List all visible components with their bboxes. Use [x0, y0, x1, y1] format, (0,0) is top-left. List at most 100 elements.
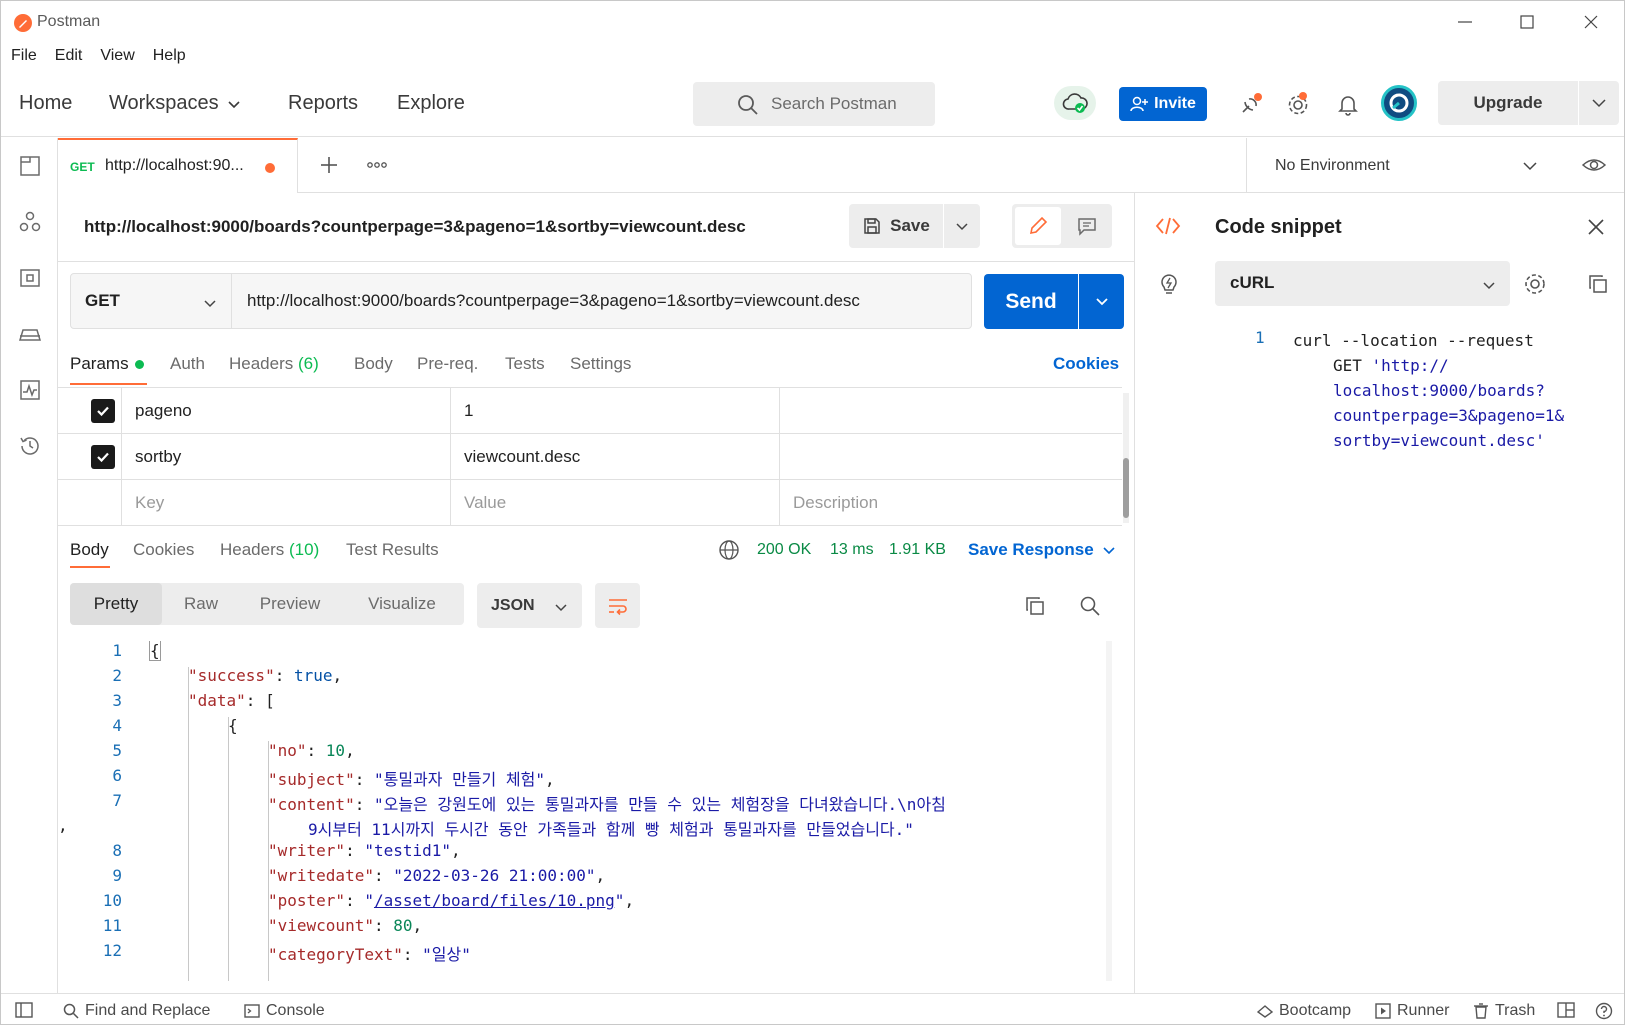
param-description[interactable]: [779, 388, 1122, 434]
close-icon[interactable]: [1567, 7, 1615, 37]
toggle-sidebar-icon[interactable]: [15, 1002, 33, 1018]
menu-view[interactable]: View: [90, 43, 142, 71]
view-preview-button[interactable]: Preview: [240, 583, 340, 625]
view-pretty-button[interactable]: Pretty: [70, 583, 162, 625]
bootcamp-button[interactable]: Bootcamp: [1257, 1002, 1351, 1020]
view-visualize-button[interactable]: Visualize: [340, 583, 464, 625]
tab-prereq[interactable]: Pre-req.: [417, 354, 478, 374]
menu-edit[interactable]: Edit: [45, 43, 91, 71]
environments-icon[interactable]: [18, 266, 42, 290]
method-select[interactable]: GET: [70, 273, 232, 329]
send-dropdown-button[interactable]: [1079, 274, 1124, 329]
environment-selector[interactable]: No Environment: [1246, 138, 1624, 193]
status-code[interactable]: 200 OK: [757, 541, 811, 559]
response-size[interactable]: 1.91 KB: [889, 541, 946, 559]
history-icon[interactable]: [18, 434, 42, 458]
settings-icon[interactable]: [1522, 271, 1548, 297]
find-replace-button[interactable]: Find and Replace: [63, 1002, 210, 1020]
trash-button[interactable]: Trash: [1473, 1002, 1535, 1020]
response-scrollbar[interactable]: [1106, 641, 1112, 981]
mock-servers-icon[interactable]: [18, 322, 42, 346]
scrollbar-thumb[interactable]: [1123, 458, 1129, 518]
checkmark-icon: [97, 406, 109, 417]
param-value[interactable]: 1: [450, 388, 779, 434]
layout-icon[interactable]: [1557, 1002, 1575, 1018]
edit-mode-button[interactable]: [1015, 207, 1061, 245]
globe-icon[interactable]: [718, 539, 740, 561]
menu-file[interactable]: File: [1, 43, 45, 71]
tab-tests[interactable]: Tests: [505, 354, 545, 374]
response-tab-cookies[interactable]: Cookies: [133, 540, 194, 560]
response-body-viewer[interactable]: 1{ 2 "success": true, 3 "data": [ 4{ 5 "no"…: [58, 641, 1118, 981]
search-input[interactable]: Search Postman: [693, 82, 935, 126]
upgrade-dropdown-button[interactable]: [1579, 81, 1619, 125]
cookies-link[interactable]: Cookies: [1053, 354, 1119, 374]
chevron-down-icon: [1483, 282, 1495, 290]
copy-icon[interactable]: [1022, 593, 1048, 619]
response-tab-headers[interactable]: Headers (10): [220, 540, 319, 560]
invite-button[interactable]: Invite: [1119, 87, 1207, 121]
json-link-value[interactable]: /asset/board/files/10.png: [374, 891, 615, 910]
params-scrollbar[interactable]: [1123, 393, 1129, 523]
maximize-icon[interactable]: [1503, 7, 1551, 37]
request-name[interactable]: http://localhost:9000/boards?countperpag…: [84, 217, 746, 237]
cloud-sync-icon[interactable]: [1054, 86, 1096, 120]
response-time[interactable]: 13 ms: [830, 541, 874, 559]
code-icon[interactable]: [1155, 215, 1181, 237]
close-icon[interactable]: [1587, 218, 1605, 236]
tab-params[interactable]: Params: [70, 354, 144, 374]
save-dropdown-button[interactable]: [944, 204, 980, 248]
param-description[interactable]: [779, 434, 1122, 480]
eye-icon[interactable]: [1581, 155, 1607, 175]
more-tabs-icon[interactable]: [366, 158, 388, 172]
apis-icon[interactable]: [18, 210, 42, 234]
response-tab-test-results[interactable]: Test Results: [346, 540, 439, 560]
param-key[interactable]: pageno: [121, 388, 450, 434]
view-raw-button[interactable]: Raw: [162, 583, 240, 625]
url-input[interactable]: [231, 273, 972, 329]
console-button[interactable]: Console: [244, 1002, 325, 1020]
nav-explore[interactable]: Explore: [397, 92, 465, 115]
response-tab-body[interactable]: Body: [70, 540, 109, 560]
tab-body[interactable]: Body: [354, 354, 393, 374]
bell-icon[interactable]: [1331, 87, 1365, 121]
help-icon[interactable]: [1595, 1002, 1613, 1020]
format-select[interactable]: JSON: [477, 583, 582, 628]
request-tab[interactable]: GET http://localhost:90...: [58, 138, 298, 193]
avatar[interactable]: [1381, 85, 1417, 121]
tab-auth[interactable]: Auth: [170, 354, 205, 374]
copy-icon[interactable]: [1587, 273, 1609, 295]
checkmark-icon: [97, 452, 109, 463]
param-key[interactable]: sortby: [121, 434, 450, 480]
monitors-icon[interactable]: [18, 378, 42, 402]
tab-headers[interactable]: Headers (6): [229, 354, 319, 374]
wrap-lines-button[interactable]: [595, 583, 640, 628]
upgrade-button[interactable]: Upgrade: [1438, 81, 1578, 125]
satellite-icon[interactable]: [1234, 87, 1268, 121]
param-checkbox[interactable]: [91, 445, 115, 469]
search-icon[interactable]: [1077, 593, 1103, 619]
snippet-line-number: 1: [1255, 328, 1265, 347]
param-value[interactable]: viewcount.desc: [450, 434, 779, 480]
nav-reports[interactable]: Reports: [288, 92, 358, 115]
new-param-description[interactable]: Description: [779, 480, 1122, 526]
save-response-button[interactable]: Save Response: [968, 540, 1116, 560]
save-button[interactable]: Save: [849, 204, 943, 248]
send-button[interactable]: Send: [984, 274, 1078, 329]
new-tab-icon[interactable]: [318, 154, 340, 176]
menu-help[interactable]: Help: [143, 43, 194, 71]
new-param-value[interactable]: Value: [450, 480, 779, 526]
nav-workspaces[interactable]: Workspaces: [109, 92, 241, 115]
minimize-icon[interactable]: [1441, 7, 1489, 37]
snippet-code[interactable]: curl --location --request GET 'http:// l…: [1293, 328, 1564, 453]
language-select[interactable]: cURL: [1215, 261, 1510, 306]
nav-home[interactable]: Home: [19, 92, 72, 115]
collections-icon[interactable]: [18, 154, 42, 178]
comments-button[interactable]: [1064, 207, 1110, 245]
param-checkbox[interactable]: [91, 399, 115, 423]
settings-icon[interactable]: [1281, 87, 1315, 121]
new-param-key[interactable]: Key: [121, 480, 450, 526]
tab-settings[interactable]: Settings: [570, 354, 631, 374]
lightbulb-icon[interactable]: [1157, 271, 1181, 297]
runner-button[interactable]: Runner: [1375, 1002, 1449, 1020]
